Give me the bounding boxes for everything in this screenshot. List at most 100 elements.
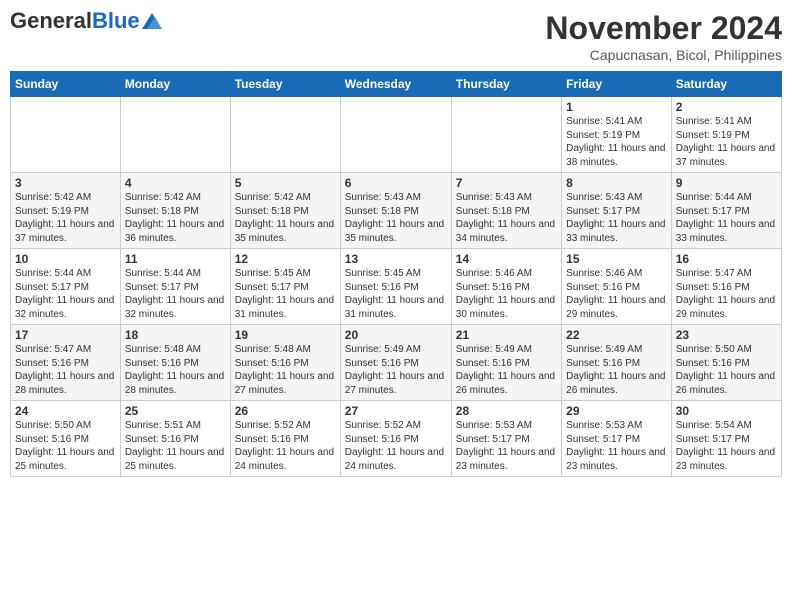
calendar-week-row: 24Sunrise: 5:50 AM Sunset: 5:16 PM Dayli… [11, 401, 782, 477]
calendar-cell: 2Sunrise: 5:41 AM Sunset: 5:19 PM Daylig… [671, 97, 781, 173]
calendar-cell: 5Sunrise: 5:42 AM Sunset: 5:18 PM Daylig… [230, 173, 340, 249]
month-title: November 2024 [545, 10, 782, 47]
calendar-week-row: 1Sunrise: 5:41 AM Sunset: 5:19 PM Daylig… [11, 97, 782, 173]
calendar-week-row: 17Sunrise: 5:47 AM Sunset: 5:16 PM Dayli… [11, 325, 782, 401]
day-number: 7 [456, 176, 557, 190]
calendar-cell: 23Sunrise: 5:50 AM Sunset: 5:16 PM Dayli… [671, 325, 781, 401]
day-number: 21 [456, 328, 557, 342]
day-info: Sunrise: 5:45 AM Sunset: 5:16 PM Dayligh… [345, 267, 447, 321]
day-number: 10 [15, 252, 116, 266]
day-info: Sunrise: 5:47 AM Sunset: 5:16 PM Dayligh… [676, 267, 777, 321]
calendar-table: SundayMondayTuesdayWednesdayThursdayFrid… [10, 71, 782, 477]
calendar-cell: 19Sunrise: 5:48 AM Sunset: 5:16 PM Dayli… [230, 325, 340, 401]
calendar-cell: 29Sunrise: 5:53 AM Sunset: 5:17 PM Dayli… [562, 401, 672, 477]
day-number: 12 [235, 252, 336, 266]
logo-icon [142, 13, 162, 29]
day-info: Sunrise: 5:45 AM Sunset: 5:17 PM Dayligh… [235, 267, 336, 321]
day-info: Sunrise: 5:44 AM Sunset: 5:17 PM Dayligh… [125, 267, 226, 321]
calendar-cell: 4Sunrise: 5:42 AM Sunset: 5:18 PM Daylig… [120, 173, 230, 249]
col-header-thursday: Thursday [451, 72, 561, 97]
calendar-cell: 20Sunrise: 5:49 AM Sunset: 5:16 PM Dayli… [340, 325, 451, 401]
col-header-friday: Friday [562, 72, 672, 97]
calendar-cell [120, 97, 230, 173]
day-number: 20 [345, 328, 447, 342]
calendar-cell: 1Sunrise: 5:41 AM Sunset: 5:19 PM Daylig… [562, 97, 672, 173]
day-info: Sunrise: 5:49 AM Sunset: 5:16 PM Dayligh… [456, 343, 557, 397]
col-header-saturday: Saturday [671, 72, 781, 97]
day-number: 2 [676, 100, 777, 114]
day-info: Sunrise: 5:51 AM Sunset: 5:16 PM Dayligh… [125, 419, 226, 473]
title-area: November 2024 Capucnasan, Bicol, Philipp… [545, 10, 782, 63]
calendar-cell [230, 97, 340, 173]
day-info: Sunrise: 5:52 AM Sunset: 5:16 PM Dayligh… [345, 419, 447, 473]
day-info: Sunrise: 5:49 AM Sunset: 5:16 PM Dayligh… [345, 343, 447, 397]
day-number: 18 [125, 328, 226, 342]
day-number: 8 [566, 176, 667, 190]
calendar-week-row: 3Sunrise: 5:42 AM Sunset: 5:19 PM Daylig… [11, 173, 782, 249]
calendar-cell: 11Sunrise: 5:44 AM Sunset: 5:17 PM Dayli… [120, 249, 230, 325]
day-number: 3 [15, 176, 116, 190]
calendar-cell: 28Sunrise: 5:53 AM Sunset: 5:17 PM Dayli… [451, 401, 561, 477]
calendar-cell: 18Sunrise: 5:48 AM Sunset: 5:16 PM Dayli… [120, 325, 230, 401]
day-number: 24 [15, 404, 116, 418]
day-number: 27 [345, 404, 447, 418]
logo-blue: Blue [92, 8, 140, 33]
calendar-cell [11, 97, 121, 173]
logo-general: General [10, 8, 92, 33]
calendar-cell: 30Sunrise: 5:54 AM Sunset: 5:17 PM Dayli… [671, 401, 781, 477]
day-number: 5 [235, 176, 336, 190]
day-info: Sunrise: 5:44 AM Sunset: 5:17 PM Dayligh… [676, 191, 777, 245]
day-info: Sunrise: 5:42 AM Sunset: 5:18 PM Dayligh… [235, 191, 336, 245]
calendar-cell: 17Sunrise: 5:47 AM Sunset: 5:16 PM Dayli… [11, 325, 121, 401]
calendar-cell [451, 97, 561, 173]
day-info: Sunrise: 5:47 AM Sunset: 5:16 PM Dayligh… [15, 343, 116, 397]
day-info: Sunrise: 5:42 AM Sunset: 5:19 PM Dayligh… [15, 191, 116, 245]
day-number: 15 [566, 252, 667, 266]
page-header: GeneralBlue November 2024 Capucnasan, Bi… [10, 10, 782, 63]
day-number: 11 [125, 252, 226, 266]
calendar-cell: 13Sunrise: 5:45 AM Sunset: 5:16 PM Dayli… [340, 249, 451, 325]
calendar-cell: 12Sunrise: 5:45 AM Sunset: 5:17 PM Dayli… [230, 249, 340, 325]
calendar-cell: 9Sunrise: 5:44 AM Sunset: 5:17 PM Daylig… [671, 173, 781, 249]
day-number: 19 [235, 328, 336, 342]
day-info: Sunrise: 5:46 AM Sunset: 5:16 PM Dayligh… [566, 267, 667, 321]
day-number: 14 [456, 252, 557, 266]
logo-text: GeneralBlue [10, 10, 140, 32]
day-number: 22 [566, 328, 667, 342]
day-number: 26 [235, 404, 336, 418]
calendar-cell: 24Sunrise: 5:50 AM Sunset: 5:16 PM Dayli… [11, 401, 121, 477]
day-info: Sunrise: 5:50 AM Sunset: 5:16 PM Dayligh… [676, 343, 777, 397]
day-info: Sunrise: 5:43 AM Sunset: 5:17 PM Dayligh… [566, 191, 667, 245]
calendar-cell: 6Sunrise: 5:43 AM Sunset: 5:18 PM Daylig… [340, 173, 451, 249]
calendar-cell: 27Sunrise: 5:52 AM Sunset: 5:16 PM Dayli… [340, 401, 451, 477]
calendar-cell: 15Sunrise: 5:46 AM Sunset: 5:16 PM Dayli… [562, 249, 672, 325]
day-number: 23 [676, 328, 777, 342]
location-subtitle: Capucnasan, Bicol, Philippines [545, 47, 782, 63]
logo: GeneralBlue [10, 10, 162, 32]
day-info: Sunrise: 5:53 AM Sunset: 5:17 PM Dayligh… [456, 419, 557, 473]
calendar-cell: 26Sunrise: 5:52 AM Sunset: 5:16 PM Dayli… [230, 401, 340, 477]
day-info: Sunrise: 5:44 AM Sunset: 5:17 PM Dayligh… [15, 267, 116, 321]
calendar-cell: 16Sunrise: 5:47 AM Sunset: 5:16 PM Dayli… [671, 249, 781, 325]
day-info: Sunrise: 5:42 AM Sunset: 5:18 PM Dayligh… [125, 191, 226, 245]
calendar-week-row: 10Sunrise: 5:44 AM Sunset: 5:17 PM Dayli… [11, 249, 782, 325]
day-number: 13 [345, 252, 447, 266]
calendar-cell: 22Sunrise: 5:49 AM Sunset: 5:16 PM Dayli… [562, 325, 672, 401]
day-number: 28 [456, 404, 557, 418]
day-info: Sunrise: 5:43 AM Sunset: 5:18 PM Dayligh… [345, 191, 447, 245]
calendar-cell [340, 97, 451, 173]
calendar-cell: 14Sunrise: 5:46 AM Sunset: 5:16 PM Dayli… [451, 249, 561, 325]
day-number: 29 [566, 404, 667, 418]
col-header-tuesday: Tuesday [230, 72, 340, 97]
col-header-sunday: Sunday [11, 72, 121, 97]
day-info: Sunrise: 5:48 AM Sunset: 5:16 PM Dayligh… [235, 343, 336, 397]
day-number: 17 [15, 328, 116, 342]
day-number: 30 [676, 404, 777, 418]
calendar-cell: 7Sunrise: 5:43 AM Sunset: 5:18 PM Daylig… [451, 173, 561, 249]
calendar-cell: 10Sunrise: 5:44 AM Sunset: 5:17 PM Dayli… [11, 249, 121, 325]
col-header-wednesday: Wednesday [340, 72, 451, 97]
day-number: 6 [345, 176, 447, 190]
day-info: Sunrise: 5:54 AM Sunset: 5:17 PM Dayligh… [676, 419, 777, 473]
day-number: 9 [676, 176, 777, 190]
day-info: Sunrise: 5:41 AM Sunset: 5:19 PM Dayligh… [676, 115, 777, 169]
